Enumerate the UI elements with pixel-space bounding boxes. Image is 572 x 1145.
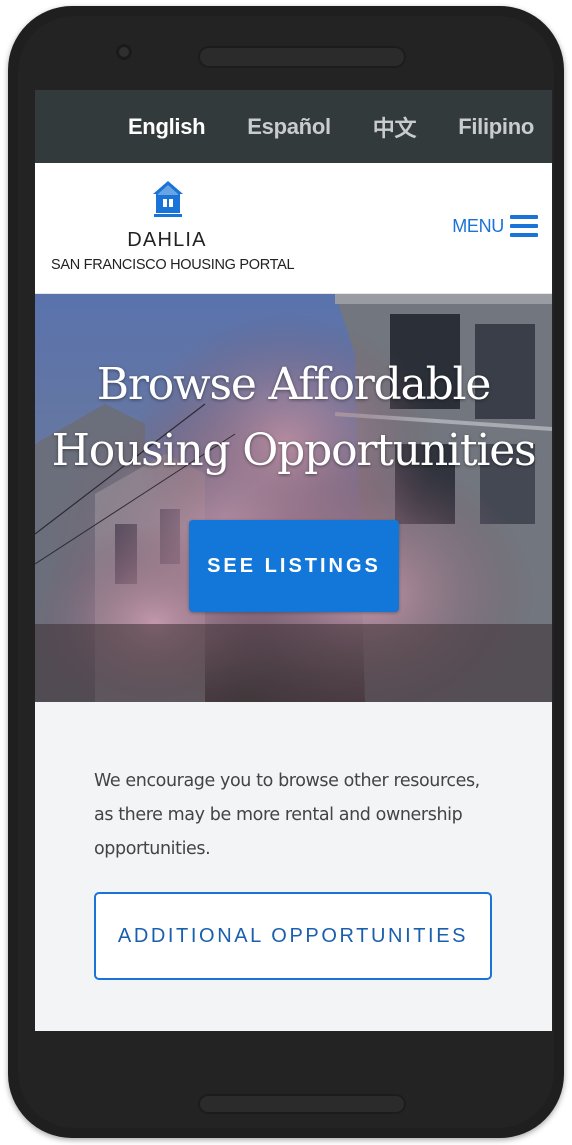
top-speaker: [198, 46, 406, 68]
language-chinese[interactable]: 中文: [373, 111, 417, 143]
language-english[interactable]: English: [128, 114, 206, 140]
brand-subtitle[interactable]: SAN FRANCISCO HOUSING PORTAL: [51, 257, 295, 273]
language-bar: English Español 中文 Filipino: [35, 90, 552, 163]
menu-label: MENU: [452, 215, 504, 236]
hero-title-line-2: Housing Opportunities: [51, 425, 537, 476]
resources-text: We encourage you to browse other resourc…: [94, 771, 480, 859]
camera-icon: [116, 44, 132, 60]
language-espanol[interactable]: Español: [247, 114, 331, 140]
browser-screen: English Español 中文 Filipino DAHLIA SAN F…: [35, 90, 552, 1031]
site-header: DAHLIA SAN FRANCISCO HOUSING PORTAL MENU: [35, 163, 552, 294]
language-filipino[interactable]: Filipino: [458, 114, 534, 140]
additional-opportunities-button[interactable]: ADDITIONAL OPPORTUNITIES: [94, 892, 492, 980]
see-listings-button[interactable]: SEE LISTINGS: [189, 520, 399, 612]
house-icon[interactable]: [151, 179, 185, 217]
brand-name[interactable]: DAHLIA: [97, 229, 237, 252]
bottom-speaker: [198, 1094, 406, 1114]
menu-button[interactable]: MENU: [452, 215, 538, 237]
hero-banner: Browse Affordable Housing Opportunities …: [35, 294, 552, 702]
hero-title-line-1: Browse Affordable: [96, 359, 492, 410]
hero-title: Browse Affordable Housing Opportunities: [35, 352, 552, 484]
resources-section: We encourage you to browse other resourc…: [35, 702, 552, 980]
hamburger-menu-icon: [510, 215, 538, 237]
